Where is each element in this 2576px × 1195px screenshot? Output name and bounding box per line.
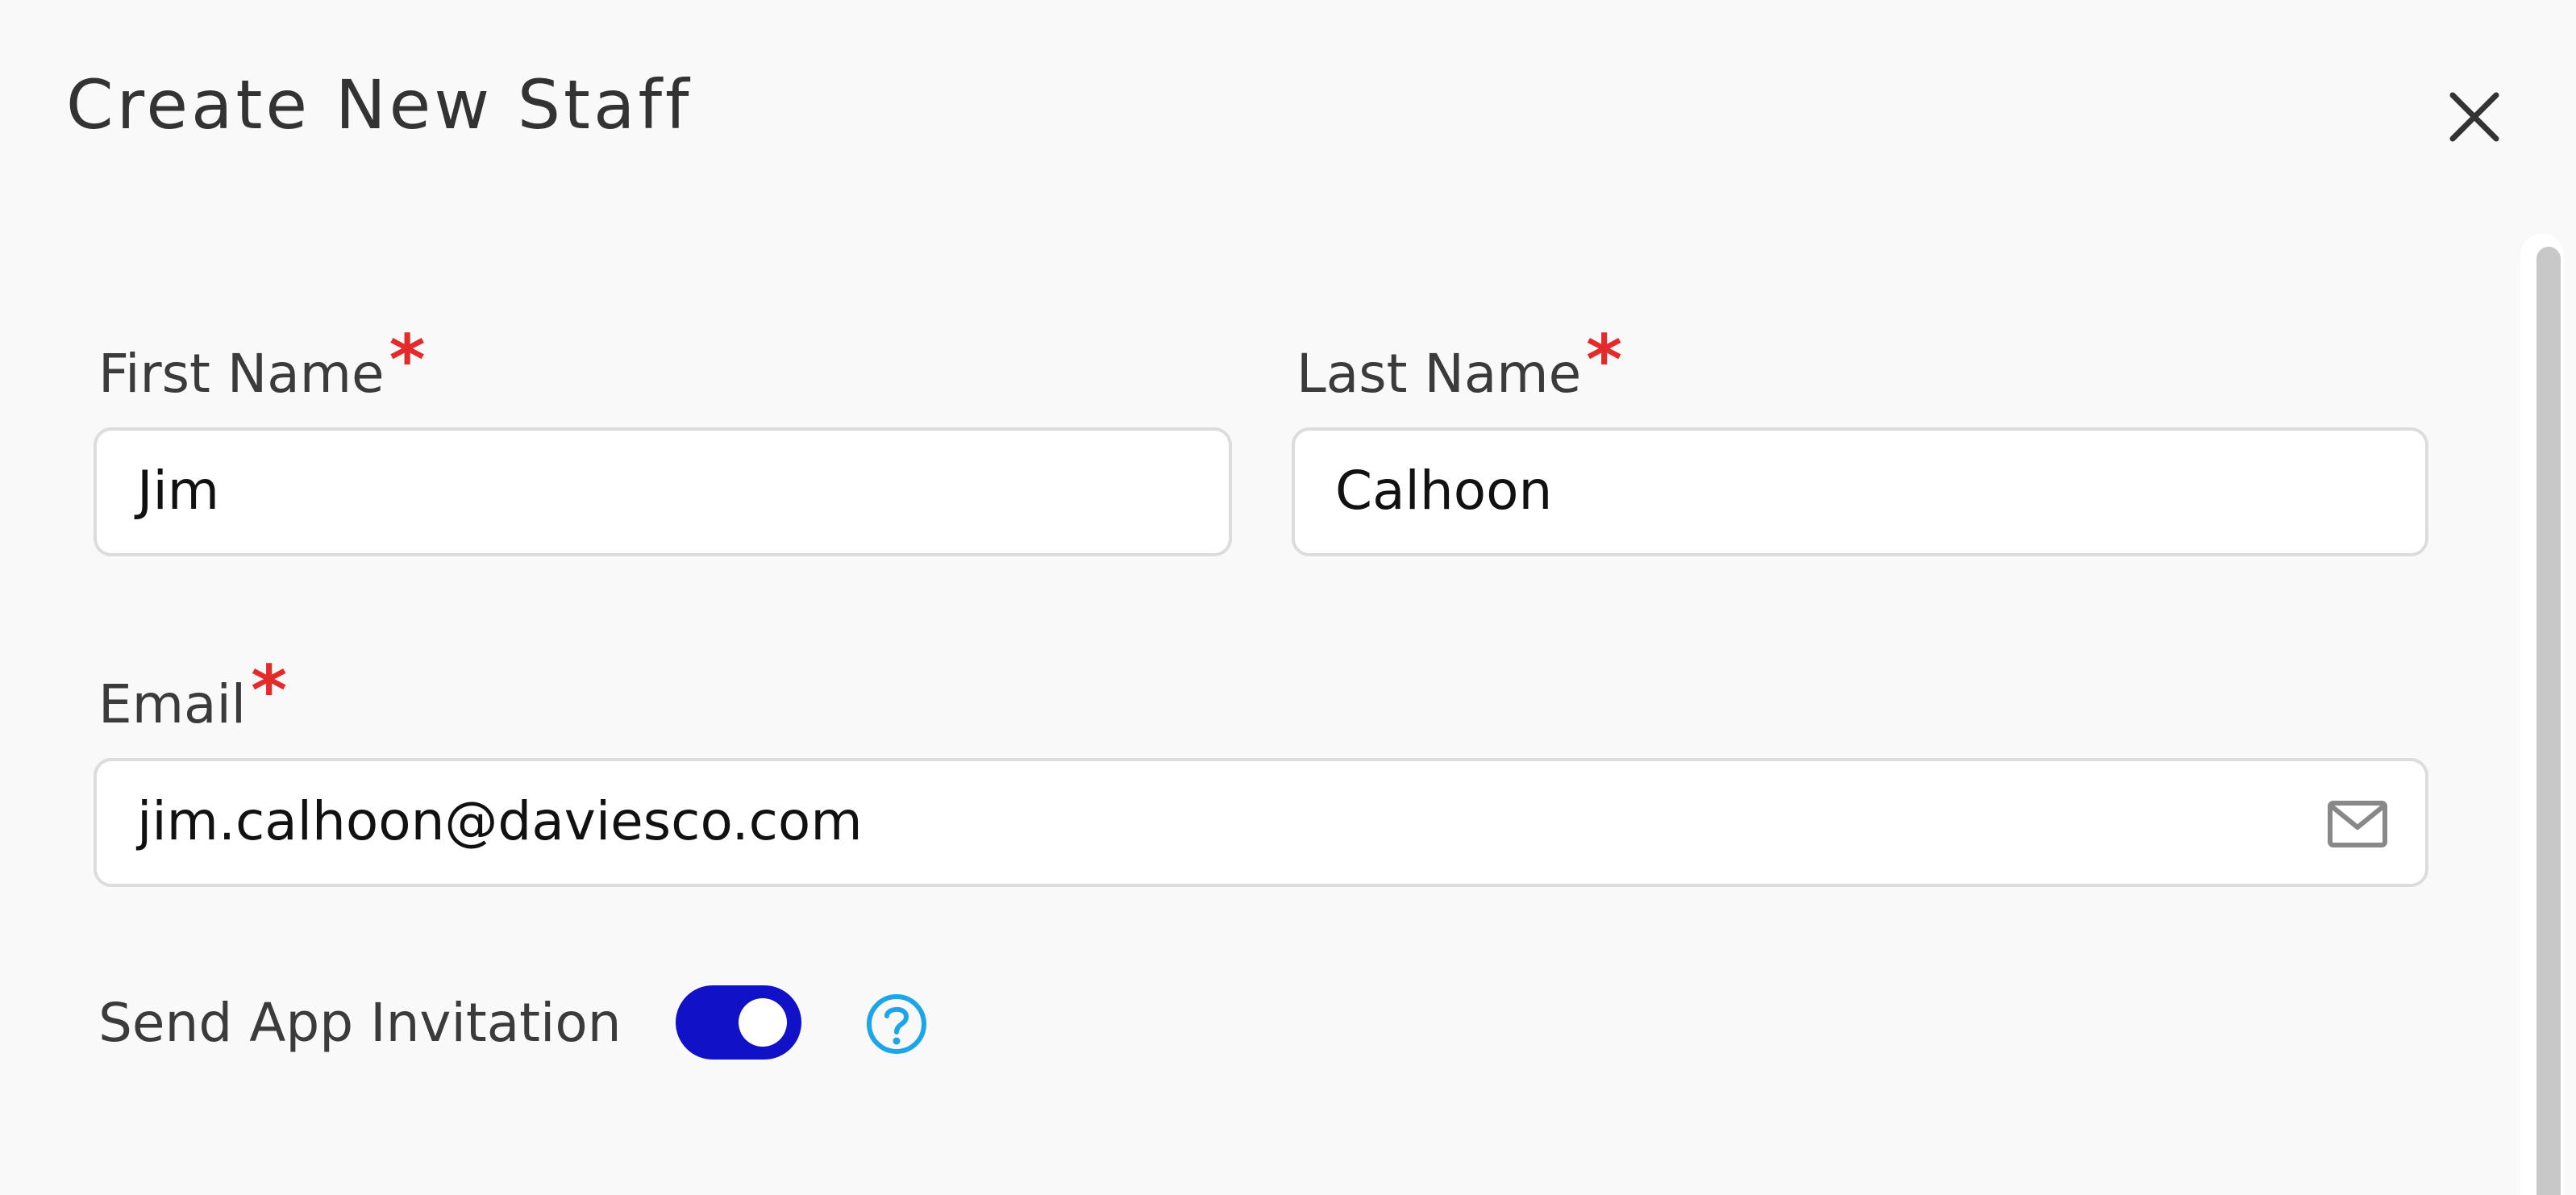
mail-icon bbox=[2327, 800, 2388, 848]
email-input[interactable]: jim.calhoon@daviesco.com bbox=[94, 758, 2428, 887]
last-name-label-text: Last Name bbox=[1296, 343, 1582, 405]
help-icon[interactable] bbox=[864, 992, 929, 1056]
first-name-required-mark: * bbox=[389, 320, 426, 401]
create-staff-dialog: Create New Staff First Name* Jim Last Na… bbox=[0, 0, 2576, 1195]
last-name-label: Last Name* bbox=[1296, 326, 1622, 405]
email-value: jim.calhoon@daviesco.com bbox=[137, 790, 863, 852]
first-name-label: First Name* bbox=[98, 326, 426, 405]
last-name-required-mark: * bbox=[1586, 320, 1623, 401]
close-button[interactable] bbox=[2446, 89, 2503, 145]
dialog-title: Create New Staff bbox=[66, 65, 693, 144]
email-required-mark: * bbox=[251, 651, 288, 731]
first-name-value: Jim bbox=[137, 460, 220, 522]
scrollbar-thumb[interactable] bbox=[2536, 247, 2561, 1195]
last-name-input[interactable]: Calhoon bbox=[1292, 427, 2428, 556]
close-icon bbox=[2449, 92, 2499, 142]
first-name-label-text: First Name bbox=[98, 343, 385, 405]
email-label: Email* bbox=[98, 656, 287, 735]
last-name-value: Calhoon bbox=[1335, 460, 1553, 522]
send-app-invitation-label: Send App Invitation bbox=[98, 992, 622, 1054]
email-label-text: Email bbox=[98, 673, 247, 735]
send-app-invitation-toggle[interactable] bbox=[676, 985, 801, 1060]
toggle-knob bbox=[739, 998, 787, 1047]
first-name-input[interactable]: Jim bbox=[94, 427, 1232, 556]
